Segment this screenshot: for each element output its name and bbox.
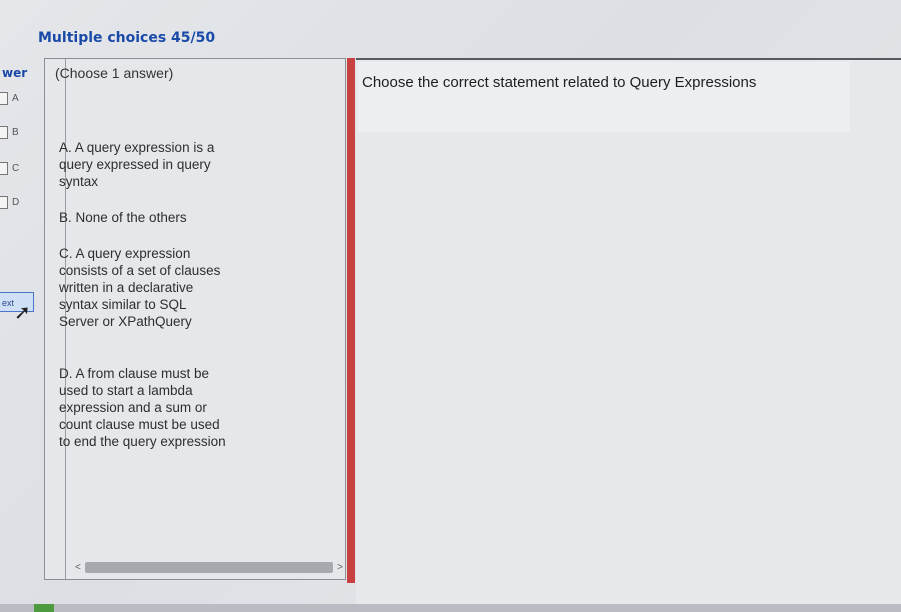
scroll-left-icon[interactable]: < xyxy=(75,562,81,573)
panel-top-border xyxy=(356,58,901,60)
option-b: B. None of the others xyxy=(59,210,187,225)
choice-a-label: A xyxy=(12,93,19,104)
choice-d-label: D xyxy=(12,197,20,208)
option-d: D. A from clause must be used to start a… xyxy=(59,366,226,449)
panel-splitter[interactable] xyxy=(347,58,355,583)
choice-b-label: B xyxy=(12,127,19,138)
option-c: C. A query expression consists of a set … xyxy=(59,246,221,329)
option-a: A. A query expression is a query express… xyxy=(59,140,215,189)
next-button-label: ext xyxy=(2,298,15,308)
taskbar-icon[interactable] xyxy=(34,604,54,612)
checkbox-d[interactable] xyxy=(0,196,8,209)
scroll-right-icon[interactable]: > xyxy=(337,562,343,573)
question-box: Choose the correct statement related to … xyxy=(358,62,850,132)
taskbar xyxy=(0,604,901,612)
choose-hint: (Choose 1 answer) xyxy=(55,65,174,81)
answer-choice-d[interactable]: D xyxy=(0,196,19,209)
answer-choice-c[interactable]: C xyxy=(0,162,19,175)
checkbox-b[interactable] xyxy=(0,126,8,139)
checkbox-c[interactable] xyxy=(0,162,8,175)
question-text: Choose the correct statement related to … xyxy=(362,74,757,91)
page-title: Multiple choices 45/50 xyxy=(38,30,216,46)
answer-label: wer xyxy=(2,66,28,80)
answer-choice-b[interactable]: B xyxy=(0,126,19,139)
options-panel: (Choose 1 answer) A. A query expression … xyxy=(44,58,346,580)
scrollbar-thumb[interactable] xyxy=(84,561,334,573)
choice-c-label: C xyxy=(12,163,20,174)
question-panel: Choose the correct statement related to … xyxy=(356,58,901,612)
horizontal-scrollbar[interactable]: < > xyxy=(75,561,343,573)
answer-choice-a[interactable]: A xyxy=(0,92,19,105)
mouse-cursor-icon: ➚ xyxy=(14,302,31,324)
checkbox-a[interactable] xyxy=(0,92,8,105)
